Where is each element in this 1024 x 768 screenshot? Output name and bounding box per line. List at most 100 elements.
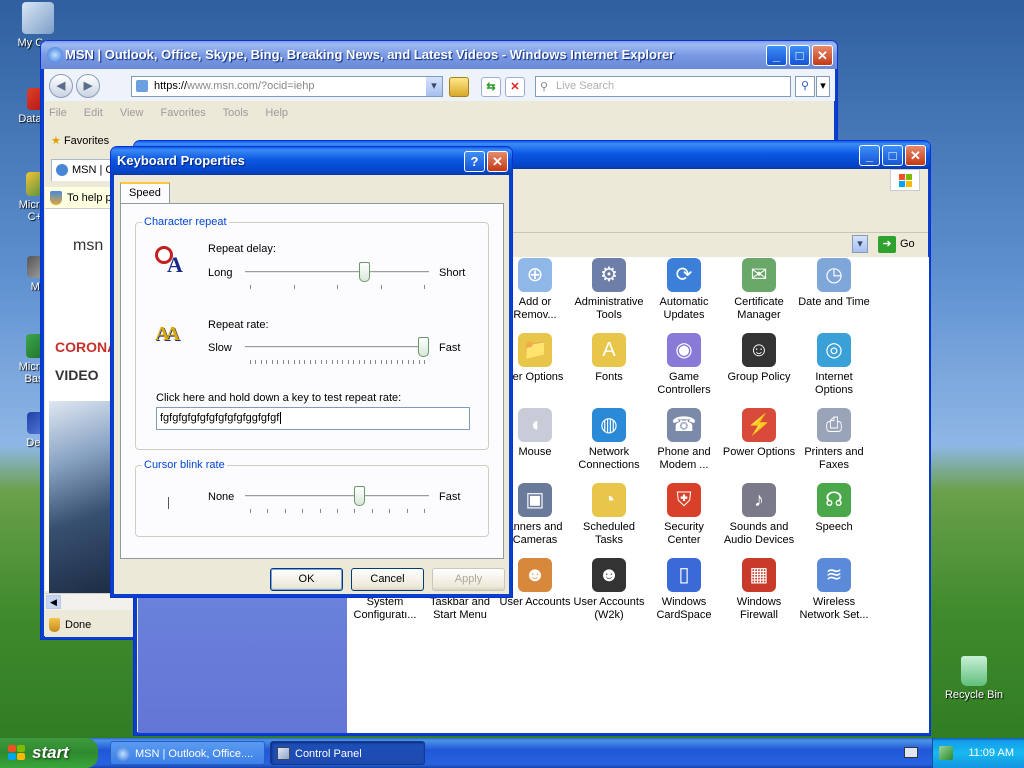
cp-item-certificate-manager[interactable]: ✉ Certificate Manager	[720, 258, 798, 322]
cancel-label: Cancel	[370, 573, 405, 585]
slider-tick	[260, 360, 262, 364]
stop-button[interactable]: ✕	[505, 77, 525, 97]
msn-logo[interactable]: msn	[73, 237, 103, 255]
cp-item-administrative-tools[interactable]: ⚙ Administrative Tools	[570, 258, 648, 322]
forward-button[interactable]: ▶	[76, 74, 100, 98]
refresh-button[interactable]: ⇆	[481, 77, 501, 97]
address-dropdown-button[interactable]: ▾	[426, 77, 442, 96]
go-label: Go	[900, 238, 915, 250]
slider-tick	[358, 360, 360, 364]
menu-file[interactable]: File	[49, 107, 67, 119]
ie-titlebar[interactable]: MSN | Outlook, Office, Skype, Bing, Brea…	[41, 41, 837, 69]
menu-tools[interactable]: Tools	[223, 107, 249, 119]
cp-item-date-time[interactable]: ◷ Date and Time	[795, 258, 873, 309]
slider-tick	[288, 360, 290, 364]
close-button[interactable]: ✕	[905, 145, 926, 166]
slider-track[interactable]	[245, 271, 429, 274]
go-button[interactable]: ➜ Go	[878, 235, 915, 255]
favorites-button[interactable]: ★ Favorites	[51, 134, 109, 147]
minimize-button[interactable]: _	[766, 45, 787, 66]
ie-window-title: MSN | Outlook, Office, Skype, Bing, Brea…	[65, 47, 675, 62]
cp-item-network-connections[interactable]: ◍ Network Connections	[570, 408, 648, 472]
cp-item-label: Security Center	[664, 521, 704, 546]
cancel-button[interactable]: Cancel	[351, 568, 424, 591]
repeat-delay-label: Repeat delay:	[208, 243, 276, 255]
headline-video[interactable]: VIDEO	[55, 367, 99, 383]
cp-item-speech[interactable]: ☊ Speech	[795, 483, 873, 534]
dialog-titlebar[interactable]: Keyboard Properties	[111, 147, 512, 175]
slider-thumb[interactable]	[359, 262, 371, 282]
slider-tick	[389, 509, 391, 513]
slider-track[interactable]	[245, 495, 429, 498]
scroll-left-arrow[interactable]: ◀	[46, 595, 61, 609]
tab-speed[interactable]: Speed	[120, 182, 170, 204]
cursor-blink-slider[interactable]	[245, 486, 429, 519]
cp-item-windows-cardspace[interactable]: ▯ Windows CardSpace	[645, 558, 723, 622]
search-placeholder: Live Search	[556, 80, 615, 92]
search-options-button[interactable]: ▾	[816, 76, 830, 97]
cp-item-group-policy[interactable]: ☺ Group Policy	[720, 333, 798, 384]
start-button[interactable]: start	[0, 738, 98, 768]
test-repeat-input[interactable]: fgfgfgfgfgfgfgfgfgfggfgfgf	[156, 407, 470, 430]
cp-item-printers-faxes[interactable]: ⎙ Printers and Faxes	[795, 408, 873, 472]
cp-item-fonts[interactable]: A Fonts	[570, 333, 648, 384]
cp-item-internet-options[interactable]: ◎ Internet Options	[795, 333, 873, 397]
address-bar[interactable]: https://www.msn.com/?ocid=iehp ▾	[131, 76, 443, 97]
maximize-button[interactable]: □	[789, 45, 810, 66]
ie-tab[interactable]: MSN | C	[51, 159, 111, 181]
apply-button[interactable]: Apply	[432, 568, 505, 591]
game-controllers-icon: ◉	[667, 333, 701, 367]
url-prefix: https://	[154, 80, 188, 92]
minimize-button[interactable]: _	[859, 145, 880, 166]
cp-item-phone-modem[interactable]: ☎ Phone and Modem ...	[645, 408, 723, 472]
cp-item-wireless-network[interactable]: ≋ Wireless Network Set...	[795, 558, 873, 622]
cp-item-label: Game Controllers	[657, 371, 711, 396]
slider-track[interactable]	[245, 346, 429, 349]
cp-item-sounds-audio[interactable]: ♪ Sounds and Audio Devices	[720, 483, 798, 547]
cp-address-dropdown-button[interactable]: ▾	[852, 235, 868, 253]
repeat-rate-min-label: Slow	[208, 342, 232, 354]
slider-thumb[interactable]	[353, 486, 365, 506]
headline-corona[interactable]: CORONA	[55, 339, 117, 355]
close-button[interactable]: ✕	[812, 45, 833, 66]
cp-item-security-center[interactable]: ⛨ Security Center	[645, 483, 723, 547]
cp-item-windows-firewall[interactable]: ▦ Windows Firewall	[720, 558, 798, 622]
network-tray-icon[interactable]	[939, 746, 953, 760]
menu-favorites[interactable]: Favorites	[161, 107, 206, 119]
slider-tick	[369, 360, 371, 364]
repeat-rate-slider[interactable]	[245, 337, 429, 370]
search-input[interactable]: ⚲ Live Search	[535, 76, 791, 97]
cp-item-label: Taskbar and Start Menu	[430, 596, 490, 621]
clock[interactable]: 11:09 AM	[968, 747, 1014, 759]
cp-item-scheduled-tasks[interactable]: ◔ Scheduled Tasks	[570, 483, 648, 547]
taskbar-item-control-panel[interactable]: Control Panel	[270, 741, 425, 765]
repeat-delay-slider[interactable]	[245, 262, 429, 295]
page-icon	[136, 80, 148, 92]
url-host: www.msn.com	[187, 80, 258, 92]
character-repeat-title: Character repeat	[142, 216, 229, 228]
tab-label: MSN | C	[72, 164, 111, 176]
slider-tick	[406, 509, 408, 513]
keyboard-tray-icon[interactable]	[904, 747, 918, 758]
cp-item-user-accounts-w2k[interactable]: ☻ User Accounts (W2k)	[570, 558, 648, 622]
desktop-icon-recycle-bin[interactable]: Recycle Bin	[936, 656, 1012, 701]
menu-help[interactable]: Help	[265, 107, 288, 119]
slider-tick	[380, 360, 382, 364]
ok-button[interactable]: OK	[270, 568, 343, 591]
slider-thumb[interactable]	[418, 337, 429, 357]
security-center-icon: ⛨	[667, 483, 701, 517]
close-button[interactable]: ✕	[487, 151, 508, 172]
cp-item-automatic-updates[interactable]: ⟳ Automatic Updates	[645, 258, 723, 322]
menu-view[interactable]: View	[120, 107, 144, 119]
infobar-text: To help p	[67, 192, 112, 204]
help-button[interactable]: ?	[464, 151, 485, 172]
lock-icon[interactable]	[449, 77, 469, 97]
back-button[interactable]: ◀	[49, 74, 73, 98]
taskbar-item-ie[interactable]: MSN | Outlook, Office....	[110, 741, 265, 765]
cp-item-power-options[interactable]: ⚡ Power Options	[720, 408, 798, 459]
cp-item-game-controllers[interactable]: ◉ Game Controllers	[645, 333, 723, 397]
news-image[interactable]	[49, 401, 111, 595]
menu-edit[interactable]: Edit	[84, 107, 103, 119]
maximize-button[interactable]: □	[882, 145, 903, 166]
search-go-button[interactable]: ⚲	[795, 76, 815, 97]
